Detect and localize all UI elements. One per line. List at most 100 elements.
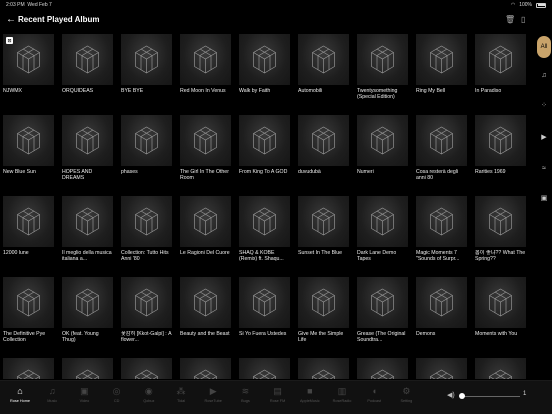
album-cover[interactable] — [239, 277, 290, 328]
tidal-side-icon[interactable]: ⁘ — [538, 100, 550, 112]
album-cover[interactable] — [180, 358, 231, 379]
album-tile[interactable]: Automobili — [298, 34, 349, 101]
bugs-side-icon[interactable]: ≈ — [538, 163, 550, 175]
album-tile[interactable]: Si Yo Fuera Ustedes — [239, 277, 290, 344]
back-arrow-icon[interactable]: ← — [6, 14, 16, 25]
album-tile[interactable] — [416, 358, 467, 379]
album-cover[interactable] — [357, 358, 408, 379]
album-cover[interactable]: ⊡ — [3, 34, 54, 85]
album-tile[interactable]: BYE BYE — [121, 34, 172, 101]
album-cover[interactable] — [180, 34, 231, 85]
album-cover[interactable] — [357, 277, 408, 328]
album-cover[interactable] — [121, 115, 172, 166]
album-cover[interactable] — [298, 358, 349, 379]
album-cover[interactable] — [62, 115, 113, 166]
album-cover[interactable] — [416, 34, 467, 85]
music-note-icon[interactable]: ♫ — [538, 70, 550, 82]
tab-setting[interactable]: ⚙ Setting — [391, 385, 421, 403]
album-cover[interactable] — [62, 358, 113, 379]
album-tile[interactable]: Demons — [416, 277, 467, 344]
album-tile[interactable] — [62, 358, 113, 379]
album-tile[interactable] — [180, 358, 231, 379]
album-tile[interactable]: Numeri — [357, 115, 408, 182]
album-tile[interactable] — [298, 358, 349, 379]
volume-track[interactable] — [460, 396, 520, 397]
album-tile[interactable]: 봄이 좋냐?? What The Spring?? — [475, 196, 526, 263]
album-cover[interactable] — [357, 196, 408, 247]
album-cover[interactable] — [239, 358, 290, 379]
tab-applemusic[interactable]: ■ AppleMusic — [295, 385, 325, 403]
album-tile[interactable]: Give Me the Simple Life — [298, 277, 349, 344]
album-tile[interactable]: SHAQ & KOBE (Remix) ft. Shaqu... — [239, 196, 290, 263]
tab-rosetube[interactable]: ▶ RoseTube — [198, 385, 228, 403]
album-tile[interactable]: Beauty and the Beast — [180, 277, 231, 344]
album-tile[interactable]: Magic Moments 7 "Sounds of Surpr... — [416, 196, 467, 263]
album-tile[interactable]: HOPES AND DREAMS — [62, 115, 113, 182]
album-cover[interactable] — [121, 358, 172, 379]
album-cover[interactable] — [475, 196, 526, 247]
tab-bugs[interactable]: ≋ Bugs — [230, 385, 260, 403]
tab-tidal[interactable]: ⁂ Tidal — [166, 385, 196, 403]
album-tile[interactable]: Il meglio della musica italiana a... — [62, 196, 113, 263]
album-tile[interactable]: Walk by Faith — [239, 34, 290, 101]
album-tile[interactable]: phases — [121, 115, 172, 182]
tab-rose-home[interactable]: ⌂ Rose Home — [5, 385, 35, 403]
album-tile[interactable]: ORQUÍDEAS — [62, 34, 113, 101]
album-tile[interactable]: OK (feat. Young Thug) — [62, 277, 113, 344]
album-cover[interactable] — [121, 196, 172, 247]
album-cover[interactable] — [416, 277, 467, 328]
album-cover[interactable] — [121, 277, 172, 328]
album-tile[interactable]: Ring My Bell — [416, 34, 467, 101]
album-tile[interactable]: Sunset In The Blue — [298, 196, 349, 263]
album-cover[interactable] — [475, 115, 526, 166]
tab-video[interactable]: ▣ Video — [69, 385, 99, 403]
album-cover[interactable] — [239, 115, 290, 166]
album-cover[interactable] — [180, 196, 231, 247]
album-tile[interactable]: Collection: Tutto Hits Anni '80 — [121, 196, 172, 263]
album-tile[interactable] — [475, 358, 526, 379]
tab-music[interactable]: ♫ Music — [37, 385, 67, 403]
all-icon[interactable]: All — [537, 36, 551, 58]
album-cover[interactable] — [475, 358, 526, 379]
album-cover[interactable] — [475, 277, 526, 328]
album-cover[interactable] — [62, 277, 113, 328]
album-cover[interactable] — [475, 34, 526, 85]
tab-cd[interactable]: ◎ CD — [102, 385, 132, 403]
album-cover[interactable] — [357, 115, 408, 166]
album-tile[interactable]: The Definitive Pye Collection — [3, 277, 54, 344]
album-tile[interactable]: Dark Lane Demo Tapes — [357, 196, 408, 263]
album-cover[interactable] — [3, 115, 54, 166]
album-cover[interactable] — [298, 34, 349, 85]
album-tile[interactable]: Moments with You — [475, 277, 526, 344]
album-cover[interactable] — [239, 196, 290, 247]
album-cover[interactable] — [298, 277, 349, 328]
volume-control[interactable]: ◀) 1 — [443, 389, 533, 403]
cd-side-icon[interactable]: ▣ — [538, 193, 550, 205]
album-cover[interactable] — [3, 358, 54, 379]
album-cover[interactable] — [357, 34, 408, 85]
album-tile[interactable]: duvudubà — [298, 115, 349, 182]
volume-knob[interactable] — [459, 393, 466, 399]
album-cover[interactable] — [298, 196, 349, 247]
album-cover[interactable] — [3, 196, 54, 247]
video-side-icon[interactable]: ▶ — [538, 132, 550, 144]
album-cover[interactable] — [180, 115, 231, 166]
remote-icon[interactable]: ▯ — [521, 15, 525, 24]
album-tile[interactable]: New Blue Sun — [3, 115, 54, 182]
album-tile[interactable]: In Paradiso — [475, 34, 526, 101]
album-tile[interactable]: Red Moon In Venus — [180, 34, 231, 101]
tab-qobuz[interactable]: ◉ Qobuz — [134, 385, 164, 403]
album-tile[interactable]: The Girl In The Other Room — [180, 115, 231, 182]
album-tile[interactable] — [3, 358, 54, 379]
album-tile[interactable] — [121, 358, 172, 379]
album-cover[interactable] — [416, 115, 467, 166]
album-tile[interactable] — [357, 358, 408, 379]
album-tile[interactable]: Twentysomething (Special Edition) — [357, 34, 408, 101]
album-tile[interactable]: Grease (The Original Soundtra... — [357, 277, 408, 344]
tab-roseradio[interactable]: ▥ RoseRadio — [327, 385, 357, 403]
album-tile[interactable]: ⊡ NJWMX — [3, 34, 54, 101]
album-cover[interactable] — [180, 277, 231, 328]
album-tile[interactable]: 꽃감히 [Kkot-Galpi] : A flower... — [121, 277, 172, 344]
album-cover[interactable] — [62, 34, 113, 85]
album-cover[interactable] — [62, 196, 113, 247]
